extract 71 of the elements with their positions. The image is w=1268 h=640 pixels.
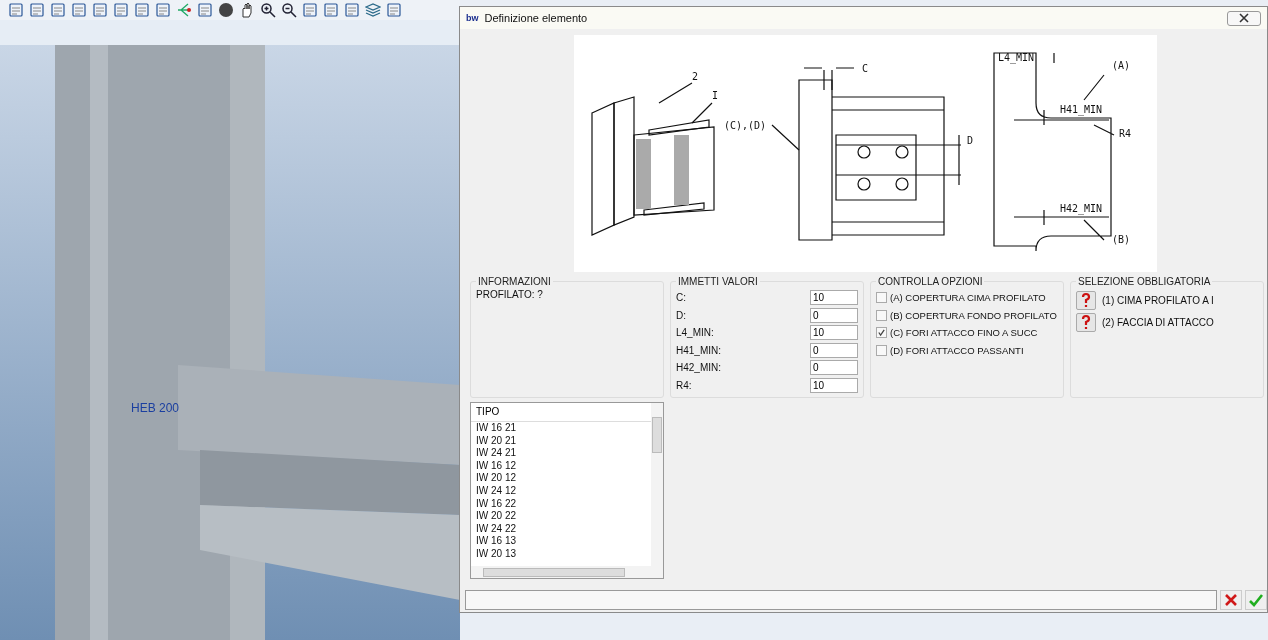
group-title: INFORMAZIONI <box>477 276 552 287</box>
zoom-out-icon[interactable] <box>281 2 297 18</box>
field-label: H41_MIN: <box>676 344 721 356</box>
checkbox[interactable] <box>876 344 887 356</box>
field-label: C: <box>676 292 686 304</box>
list-item[interactable]: IW 16 21 <box>471 422 651 435</box>
input-field[interactable]: 0 <box>810 360 858 376</box>
option-label: (B) COPERTURA FONDO PROFILATO <box>890 309 1057 321</box>
node-icon[interactable] <box>176 2 192 18</box>
input-field[interactable]: 10 <box>810 290 858 306</box>
vertical-scrollbar[interactable] <box>651 403 663 566</box>
sphere-icon[interactable] <box>218 2 234 18</box>
dimension-label: H42_MIN <box>1060 203 1103 214</box>
column-header: TIPO <box>471 403 651 422</box>
confirm-button[interactable] <box>1245 590 1267 610</box>
checkbox[interactable] <box>876 292 887 304</box>
close-button[interactable] <box>1227 10 1261 26</box>
cancel-button[interactable] <box>1220 590 1242 610</box>
hand-icon[interactable] <box>239 2 255 18</box>
list-item[interactable]: IW 24 12 <box>471 484 651 498</box>
option-label: (A) COPERTURA CIMA PROFILATO <box>890 292 1046 304</box>
input-field[interactable]: 10 <box>810 325 858 341</box>
close-icon <box>1239 13 1249 23</box>
zoom-in-icon[interactable] <box>260 2 276 18</box>
select-button[interactable] <box>1076 290 1096 310</box>
dimension-label: H41_MIN <box>1060 104 1103 115</box>
field-label: D: <box>676 309 686 321</box>
selection-label: (1) CIMA PROFILATO A I <box>1102 294 1214 306</box>
horizontal-scrollbar[interactable] <box>471 566 663 578</box>
field-label: L4_MIN: <box>676 327 714 339</box>
question-mark-icon <box>1080 314 1092 330</box>
option-label: (C) FORI ATTACCO FINO A SUCC <box>890 327 1038 339</box>
input-field[interactable]: 10 <box>810 377 858 393</box>
option-label: (D) FORI ATTACCO PASSANTI <box>890 344 1024 356</box>
dimension-label: 2 <box>692 71 699 82</box>
group-title: CONTROLLA OPZIONI <box>877 276 984 287</box>
select-button[interactable] <box>1076 312 1096 332</box>
input-field[interactable]: 0 <box>810 342 858 358</box>
list-item[interactable]: IW 20 22 <box>471 510 651 523</box>
dimension-label: C <box>862 63 869 74</box>
profile-label: HEB 200 <box>131 401 180 415</box>
dimension-label: R4 <box>1119 128 1132 139</box>
list-item[interactable]: IW 20 12 <box>471 472 651 485</box>
check-icon <box>1249 593 1263 607</box>
list-item[interactable]: IW 16 12 <box>471 459 651 473</box>
list-item[interactable]: IW 24 21 <box>471 447 651 460</box>
field-label: H42_MIN: <box>676 362 721 374</box>
list-item[interactable]: IW 16 13 <box>471 535 651 548</box>
info-text: PROFILATO: ? <box>476 289 544 300</box>
dimension-label: I <box>712 90 719 101</box>
list-item[interactable]: IW 16 22 <box>471 497 651 511</box>
field-label: R4: <box>676 379 692 391</box>
checkbox[interactable] <box>876 327 887 339</box>
window-title: Definizione elemento <box>484 12 589 24</box>
dimension-label: (C),(D) <box>724 120 767 131</box>
app-logo: bw <box>466 13 479 23</box>
list-item[interactable]: IW 24 22 <box>471 522 651 536</box>
dimension-label: (A) <box>1112 60 1131 71</box>
group-title: IMMETTI VALORI <box>677 276 759 287</box>
checkbox[interactable] <box>876 309 887 321</box>
dimension-label: L4_MIN <box>998 52 1035 63</box>
list-item[interactable]: IW 20 13 <box>471 547 651 561</box>
list-item[interactable]: IW 20 21 <box>471 434 651 448</box>
dimension-label: D <box>967 135 974 146</box>
input-field[interactable]: 0 <box>810 307 858 323</box>
question-mark-icon <box>1080 292 1092 308</box>
group-title: SELEZIONE OBBLIGATORIA <box>1077 276 1212 287</box>
selection-label: (2) FACCIA DI ATTACCO <box>1102 316 1214 328</box>
cross-icon <box>1224 593 1238 607</box>
dimension-label: (B) <box>1112 234 1131 245</box>
layers-icon[interactable] <box>365 2 381 18</box>
